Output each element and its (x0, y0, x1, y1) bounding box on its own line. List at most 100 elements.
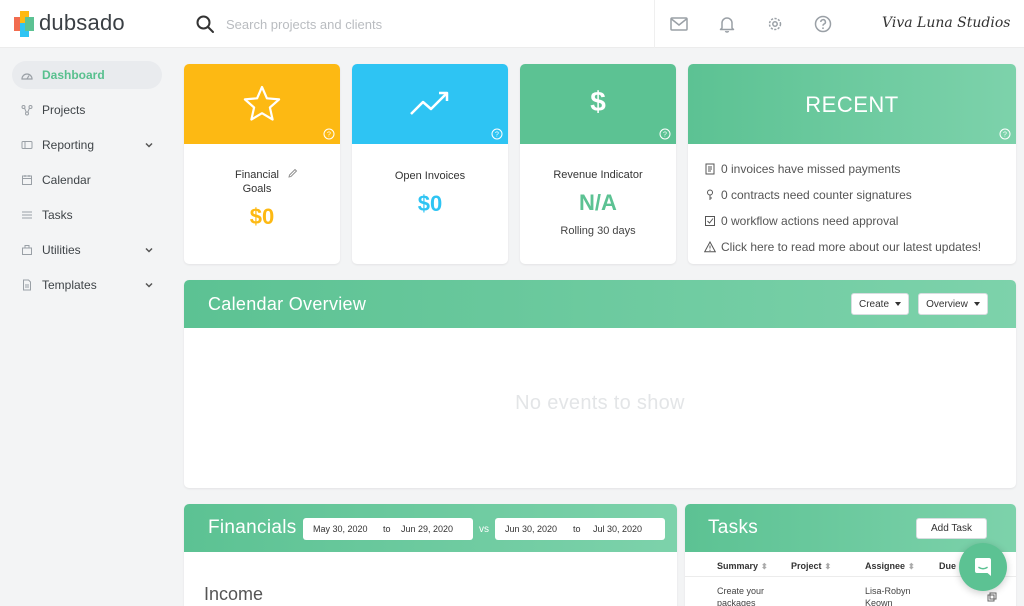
reporting-icon (21, 141, 33, 149)
column-header-summary[interactable]: Summary ⬍ (717, 561, 768, 571)
sidebar-item-projects[interactable]: Projects (12, 96, 162, 124)
open-invoices-label: Open Invoices (394, 170, 466, 182)
copy-icon[interactable] (987, 592, 997, 602)
revenue-indicator-card[interactable]: $ ? Revenue Indicator N/A Rolling 30 day… (520, 64, 676, 264)
projects-icon (21, 105, 33, 116)
sidebar: Dashboard Projects Reporting Calendar Ta… (0, 48, 172, 606)
chevron-down-icon[interactable] (144, 280, 154, 290)
svg-text:?: ? (495, 132, 499, 139)
utilities-icon (22, 245, 32, 255)
calendar-icon (22, 175, 32, 185)
trend-up-icon (410, 91, 449, 115)
search-icon[interactable] (195, 14, 215, 34)
sidebar-item-label: Utilities (42, 243, 81, 257)
date-range-2[interactable]: Jun 30, 2020 to Jul 30, 2020 (495, 518, 665, 540)
add-task-label: Add Task (931, 523, 972, 534)
templates-icon (23, 279, 31, 291)
column-header-label: Assignee (865, 561, 906, 571)
tasks-header: Tasks Add Task (685, 504, 1016, 552)
studio-name[interactable]: Viva Luna Studios (882, 15, 1010, 31)
help-icon[interactable] (813, 14, 833, 34)
dollar-icon: $ (590, 86, 606, 117)
sort-icon: ⬍ (824, 561, 832, 571)
sort-icon: ⬍ (908, 561, 915, 571)
tasks-title: Tasks (708, 517, 759, 538)
financial-goals-card[interactable]: ? Financial Goals $0 (184, 64, 340, 264)
star-icon (243, 85, 281, 121)
help-icon[interactable]: ? (323, 128, 335, 140)
column-header-label: Due (939, 561, 957, 571)
help-icon[interactable]: ? (659, 128, 671, 140)
header-divider (654, 0, 655, 48)
date-range-2-to-label: to (573, 524, 581, 534)
sort-icon: ⬍ (761, 561, 768, 571)
create-button-label: Create (858, 298, 889, 310)
calendar-overview-header: Calendar Overview Create Overview (184, 280, 1016, 328)
logo-text: dubsado (39, 10, 125, 35)
recent-item-contracts[interactable]: 0 contracts need counter signatures (704, 182, 981, 208)
financials-panel: Financials May 30, 2020 to Jun 29, 2020 … (184, 504, 677, 606)
income-heading: Income (204, 584, 264, 604)
sidebar-item-dashboard[interactable]: Dashboard (12, 61, 162, 89)
chat-launcher-button[interactable] (959, 543, 1007, 591)
date-range-1-from: May 30, 2020 (313, 524, 368, 534)
sidebar-item-tasks[interactable]: Tasks (12, 201, 162, 229)
recent-item-text: 0 contracts need counter signatures (721, 188, 912, 202)
recent-item-text: 0 workflow actions need approval (721, 214, 899, 228)
recent-item-text: 0 invoices have missed payments (721, 162, 901, 176)
task-summary-cell[interactable]: Create your packages (717, 585, 787, 606)
pencil-icon[interactable] (287, 168, 298, 179)
warning-icon (704, 241, 716, 253)
recent-list: 0 invoices have missed payments 0 contra… (704, 156, 981, 260)
date-range-1-to-label: to (383, 524, 391, 534)
overview-dropdown-button[interactable]: Overview (918, 293, 988, 315)
open-invoices-header: ? (352, 64, 508, 144)
help-icon[interactable]: ? (999, 128, 1011, 140)
overview-button-label: Overview (926, 298, 968, 310)
column-header-due[interactable]: Due (939, 561, 956, 571)
financial-goals-label: Financial Goals (234, 169, 280, 195)
search-input[interactable] (226, 12, 526, 36)
sidebar-item-reporting[interactable]: Reporting (12, 131, 162, 159)
column-header-project[interactable]: Project ⬍ (791, 561, 831, 571)
recent-item-updates[interactable]: Click here to read more about our latest… (704, 234, 981, 260)
help-icon[interactable]: ? (491, 128, 503, 140)
sidebar-item-label: Calendar (42, 173, 91, 187)
caret-down-icon (973, 302, 980, 306)
open-invoices-value: $0 (417, 191, 443, 216)
mail-icon[interactable] (669, 14, 689, 34)
create-dropdown-button[interactable]: Create (851, 293, 909, 315)
column-header-assignee[interactable]: Assignee ⬍ (865, 561, 915, 571)
tasks-icon (22, 211, 32, 219)
dashboard-icon (21, 73, 33, 80)
svg-text:?: ? (1003, 132, 1007, 139)
svg-text:?: ? (327, 132, 331, 139)
recent-item-workflow[interactable]: 0 workflow actions need approval (704, 208, 981, 234)
add-task-button[interactable]: Add Task (916, 518, 987, 539)
vs-label: vs (479, 524, 489, 535)
chevron-down-icon[interactable] (144, 140, 154, 150)
date-range-1[interactable]: May 30, 2020 to Jun 29, 2020 (303, 518, 473, 540)
dubsado-logo-icon (14, 9, 34, 37)
chevron-down-icon[interactable] (144, 245, 154, 255)
sidebar-item-calendar[interactable]: Calendar (12, 166, 162, 194)
open-invoices-card[interactable]: ? Open Invoices $0 (352, 64, 508, 264)
sidebar-item-templates[interactable]: Templates (12, 271, 162, 299)
logo[interactable]: dubsado (14, 9, 125, 37)
recent-item-invoices[interactable]: 0 invoices have missed payments (704, 156, 981, 182)
bell-icon[interactable] (717, 14, 737, 34)
no-events-message: No events to show (515, 392, 685, 414)
sidebar-item-label: Tasks (42, 208, 73, 222)
sidebar-item-label: Templates (42, 278, 97, 292)
revenue-indicator-value: N/A (579, 190, 617, 215)
recent-title: RECENT (805, 92, 899, 117)
column-header-label: Summary (717, 561, 759, 571)
column-header-label: Project (791, 561, 822, 571)
sidebar-item-utilities[interactable]: Utilities (12, 236, 162, 264)
financials-title: Financials (208, 517, 297, 538)
date-range-1-to: Jun 29, 2020 (401, 524, 454, 534)
calendar-overview-title: Calendar Overview (208, 294, 367, 314)
gear-icon[interactable] (765, 14, 785, 34)
date-range-2-from: Jun 30, 2020 (505, 524, 558, 534)
task-assignee-cell: Lisa-Robyn Keown (865, 586, 911, 606)
